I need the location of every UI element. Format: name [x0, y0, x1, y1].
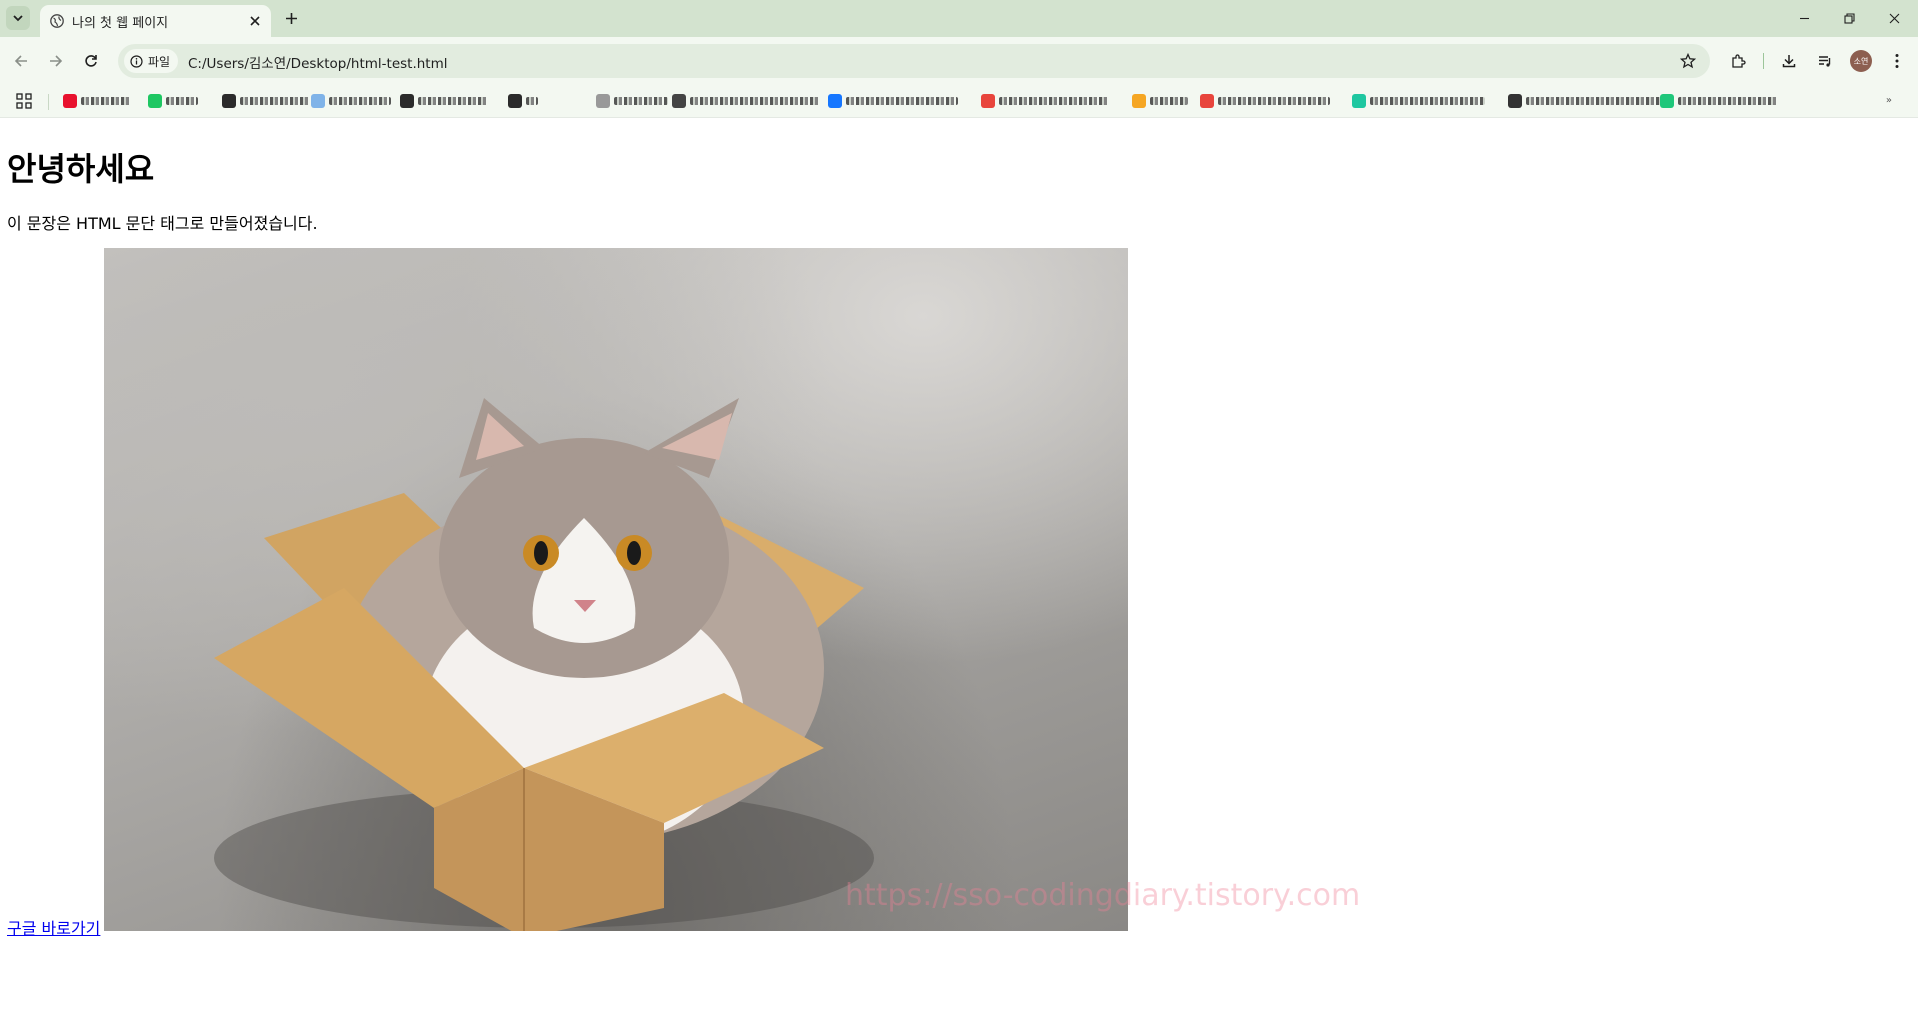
google-link[interactable]: 구글 바로가기	[7, 915, 100, 939]
page-paragraph: 이 문장은 HTML 문단 태그로 만들어졌습니다.	[7, 214, 318, 233]
bookmark-item[interactable]	[828, 91, 958, 111]
bookmark-favicon	[1352, 94, 1366, 108]
arrow-left-icon	[14, 55, 27, 67]
bookmark-item[interactable]	[1132, 91, 1188, 111]
bookmark-item[interactable]	[1200, 91, 1330, 111]
tab-search-button[interactable]	[6, 6, 30, 30]
back-button[interactable]	[7, 47, 35, 75]
bookmark-item[interactable]	[508, 91, 538, 111]
globe-icon	[50, 14, 64, 28]
bookmark-star-button[interactable]	[1676, 49, 1700, 73]
bookmark-item[interactable]	[672, 91, 820, 111]
star-icon	[1680, 53, 1696, 69]
bookmark-label-blurred	[1218, 97, 1330, 105]
bookmark-favicon	[1660, 94, 1674, 108]
bookmark-label-blurred	[614, 97, 668, 105]
profile-avatar[interactable]: 소연	[1850, 50, 1872, 72]
bookmarks-bar: »	[0, 85, 1918, 118]
bookmark-favicon	[1200, 94, 1214, 108]
puzzle-icon	[1732, 54, 1746, 68]
bookmark-label-blurred	[81, 97, 131, 105]
bookmark-favicon	[828, 94, 842, 108]
bookmark-item[interactable]	[1660, 91, 1778, 111]
bookmark-favicon	[981, 94, 995, 108]
bookmark-item[interactable]	[148, 91, 198, 111]
bookmark-label-blurred	[240, 97, 310, 105]
watermark: https://sso-codingdiary.tistory.com	[845, 878, 1361, 913]
reload-icon	[85, 55, 97, 67]
bookmarks-separator	[48, 94, 49, 110]
bookmark-item[interactable]	[596, 91, 668, 111]
plus-icon	[285, 12, 297, 24]
bookmark-label-blurred	[1526, 97, 1661, 105]
bookmark-favicon	[1132, 94, 1146, 108]
bookmark-label-blurred	[166, 97, 198, 105]
toolbar-divider	[1763, 53, 1764, 69]
tab-close-button[interactable]	[245, 11, 265, 31]
bookmark-label-blurred	[846, 97, 958, 105]
bookmark-item[interactable]	[63, 91, 131, 111]
reload-button[interactable]	[77, 47, 105, 75]
downloads-button[interactable]	[1775, 47, 1803, 75]
restore-icon	[1843, 12, 1855, 24]
new-tab-button[interactable]	[280, 7, 302, 29]
bookmark-label-blurred	[1370, 97, 1485, 105]
extensions-button[interactable]	[1724, 47, 1752, 75]
close-window-button[interactable]	[1873, 4, 1915, 32]
address-bar[interactable]: 파일 C:/Users/김소연/Desktop/html-test.html	[118, 44, 1710, 78]
bookmark-favicon	[508, 94, 522, 108]
bookmark-favicon	[400, 94, 414, 108]
bookmark-item[interactable]	[400, 91, 488, 111]
bookmark-favicon	[672, 94, 686, 108]
download-icon	[1782, 55, 1796, 68]
kebab-menu-icon	[1895, 54, 1899, 68]
media-control-button[interactable]	[1811, 47, 1839, 75]
close-icon	[1889, 13, 1899, 23]
bookmark-item[interactable]	[1352, 91, 1485, 111]
bookmark-label-blurred	[999, 97, 1109, 105]
tab-strip: 나의 첫 웹 페이지	[0, 0, 1918, 37]
bookmark-favicon	[1508, 94, 1522, 108]
bookmarks-overflow-button[interactable]: »	[1886, 95, 1892, 106]
site-info-label: 파일	[148, 54, 171, 69]
site-info-chip[interactable]: 파일	[124, 49, 179, 73]
url-text[interactable]: C:/Users/김소연/Desktop/html-test.html	[188, 52, 448, 72]
bookmark-favicon	[148, 94, 162, 108]
arrow-right-icon	[50, 55, 63, 67]
close-icon	[250, 16, 260, 26]
tab-title: 나의 첫 웹 페이지	[72, 16, 169, 31]
bookmark-label-blurred	[418, 97, 488, 105]
restore-button[interactable]	[1828, 4, 1870, 32]
bookmark-favicon	[311, 94, 325, 108]
page-content: 안녕하세요 이 문장은 HTML 문단 태그로 만들어졌습니다. 구글 바로가기	[0, 118, 1918, 1026]
bookmark-item[interactable]	[1508, 91, 1661, 111]
minimize-button[interactable]	[1783, 4, 1825, 32]
browser-toolbar: 파일 C:/Users/김소연/Desktop/html-test.html 소…	[0, 37, 1918, 85]
bookmark-label-blurred	[1678, 97, 1778, 105]
bookmark-label-blurred	[1150, 97, 1188, 105]
minimize-icon	[1799, 17, 1809, 19]
bookmark-label-blurred	[690, 97, 820, 105]
cat-photo	[104, 248, 1128, 931]
bookmark-item[interactable]	[981, 91, 1109, 111]
bookmark-label-blurred	[526, 97, 538, 105]
forward-button[interactable]	[42, 47, 70, 75]
chevron-down-icon	[13, 15, 23, 22]
tab-active[interactable]: 나의 첫 웹 페이지	[40, 5, 271, 37]
bookmark-item[interactable]	[311, 91, 391, 111]
cat-in-box-illustration	[214, 398, 874, 931]
page-heading: 안녕하세요	[7, 150, 155, 188]
menu-button[interactable]	[1883, 47, 1911, 75]
apps-grid-icon[interactable]	[16, 93, 32, 109]
bookmark-label-blurred	[329, 97, 391, 105]
info-icon	[130, 54, 143, 68]
media-control-icon	[1819, 56, 1831, 67]
bookmark-favicon	[63, 94, 77, 108]
bookmark-favicon	[596, 94, 610, 108]
bookmark-item[interactable]	[222, 91, 310, 111]
bookmark-favicon	[222, 94, 236, 108]
